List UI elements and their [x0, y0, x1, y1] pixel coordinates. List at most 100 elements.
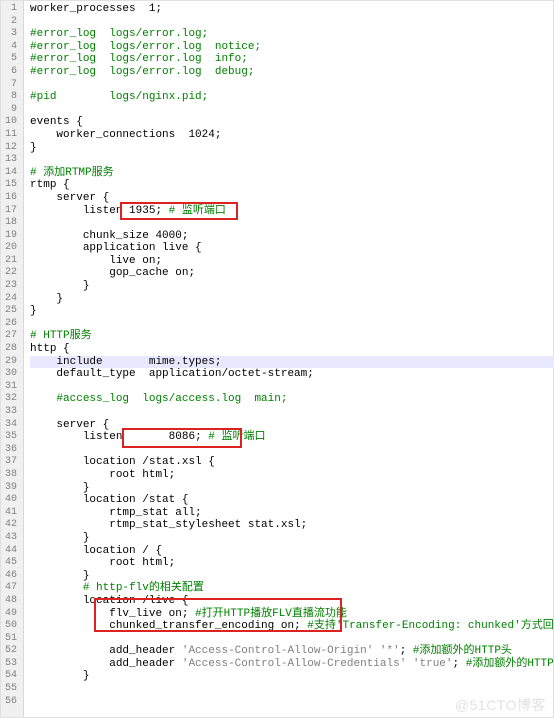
code-line[interactable]: #error_log logs/error.log notice;	[30, 41, 554, 54]
code-line[interactable]: location /stat {	[30, 494, 554, 507]
token-kw: }	[83, 482, 90, 494]
code-line[interactable]: #error_log logs/error.log debug;	[30, 66, 554, 79]
token-kw: rtmp_stat_stylesheet stat.xsl;	[109, 519, 307, 531]
code-line[interactable]	[30, 104, 554, 117]
token-kw: server {	[56, 419, 109, 431]
token-kw: live on;	[109, 255, 162, 267]
code-line[interactable]: default_type application/octet-stream;	[30, 368, 554, 381]
line-number-gutter: 1234567891011121314151617181920212223242…	[1, 1, 24, 717]
code-line[interactable]: #access_log logs/access.log main;	[30, 393, 554, 406]
token-kw: application live {	[83, 242, 202, 254]
line-number: 20	[5, 242, 17, 255]
token-kw: rtmp {	[30, 179, 70, 191]
token-kw: location /live {	[83, 595, 189, 607]
code-line[interactable]	[30, 154, 554, 167]
token-kw: worker_processes	[30, 3, 149, 15]
code-line[interactable]: #error_log logs/error.log;	[30, 28, 554, 41]
code-line[interactable]: }	[30, 142, 554, 155]
token-kw: gop_cache on;	[109, 267, 195, 279]
code-line[interactable]: add_header 'Access-Control-Allow-Credent…	[30, 658, 554, 671]
code-line[interactable]: location /stat.xsl {	[30, 456, 554, 469]
code-line[interactable]: # http-flv的相关配置	[30, 582, 554, 595]
code-line[interactable]	[30, 633, 554, 646]
token-kw: http {	[30, 343, 70, 355]
line-number: 50	[5, 620, 17, 633]
code-line[interactable]: rtmp_stat_stylesheet stat.xsl;	[30, 519, 554, 532]
code-line[interactable]	[30, 444, 554, 457]
code-line[interactable]	[30, 381, 554, 394]
code-line[interactable]: application live {	[30, 242, 554, 255]
code-line[interactable]: flv_live on; #打开HTTP播放FLV直播流功能	[30, 608, 554, 621]
code-line[interactable]: rtmp_stat all;	[30, 507, 554, 520]
code-line[interactable]: }	[30, 293, 554, 306]
line-number: 2	[5, 16, 17, 29]
token-cmt: # 添加RTMP服务	[30, 167, 114, 179]
token-cmt: #添加额外的HTTP头	[413, 645, 512, 657]
line-number: 40	[5, 494, 17, 507]
token-str: 'Access-Control-Allow-Credentials'	[182, 658, 406, 670]
code-line[interactable]: include mime.types;	[30, 356, 554, 369]
code-line[interactable]: }	[30, 280, 554, 293]
line-number: 56	[5, 696, 17, 709]
code-line[interactable]: listen 1935; # 监听端口	[30, 205, 554, 218]
token-kw: include mime.types;	[56, 356, 221, 368]
code-line[interactable]: # HTTP服务	[30, 330, 554, 343]
line-number: 51	[5, 633, 17, 646]
line-number: 6	[5, 66, 17, 79]
token-cmt: # HTTP服务	[30, 330, 92, 342]
code-line[interactable]	[30, 683, 554, 696]
code-line[interactable]: root html;	[30, 557, 554, 570]
token-kw: add_header	[109, 658, 182, 670]
code-line[interactable]: }	[30, 532, 554, 545]
code-line[interactable]: http {	[30, 343, 554, 356]
code-line[interactable]: add_header 'Access-Control-Allow-Origin'…	[30, 645, 554, 658]
line-number: 37	[5, 456, 17, 469]
code-line[interactable]: listen 8086; # 监听端口	[30, 431, 554, 444]
code-line[interactable]: location /live {	[30, 595, 554, 608]
token-str: 'true'	[413, 658, 453, 670]
code-line[interactable]	[30, 406, 554, 419]
code-line[interactable]: live on;	[30, 255, 554, 268]
code-line[interactable]: # 添加RTMP服务	[30, 167, 554, 180]
code-line[interactable]: server {	[30, 192, 554, 205]
code-line[interactable]: worker_processes 1;	[30, 3, 554, 16]
line-number: 46	[5, 570, 17, 583]
code-line[interactable]: }	[30, 670, 554, 683]
code-line[interactable]: location / {	[30, 545, 554, 558]
watermark: @51CTO博客	[455, 699, 546, 712]
line-number: 34	[5, 419, 17, 432]
line-number: 22	[5, 267, 17, 280]
line-number: 38	[5, 469, 17, 482]
code-line[interactable]: }	[30, 305, 554, 318]
token-cmt: #access_log logs/access.log main;	[56, 393, 287, 405]
line-number: 43	[5, 532, 17, 545]
code-line[interactable]: }	[30, 570, 554, 583]
code-line[interactable]	[30, 318, 554, 331]
code-area[interactable]: worker_processes 1; #error_log logs/erro…	[24, 1, 554, 717]
code-line[interactable]	[30, 217, 554, 230]
token-kw: }	[83, 570, 90, 582]
code-line[interactable]: chunk_size 4000;	[30, 230, 554, 243]
token-str: '*'	[380, 645, 400, 657]
code-line[interactable]: root html;	[30, 469, 554, 482]
code-line[interactable]: chunked_transfer_encoding on; #支持'Transf…	[30, 620, 554, 633]
token-kw: worker_connections	[56, 129, 188, 141]
code-line[interactable]: rtmp {	[30, 179, 554, 192]
line-number: 35	[5, 431, 17, 444]
line-number: 15	[5, 179, 17, 192]
code-line[interactable]	[30, 16, 554, 29]
code-line[interactable]: #error_log logs/error.log info;	[30, 53, 554, 66]
line-number: 45	[5, 557, 17, 570]
code-line[interactable]: worker_connections 1024;	[30, 129, 554, 142]
token-kw: }	[30, 142, 37, 154]
token-cmt: # http-flv的相关配置	[83, 582, 204, 594]
code-line[interactable]: }	[30, 482, 554, 495]
code-line[interactable]: gop_cache on;	[30, 267, 554, 280]
code-line[interactable]	[30, 79, 554, 92]
token-kw: }	[83, 280, 90, 292]
token-cmt: # 监听端口	[208, 431, 265, 443]
code-line[interactable]: events {	[30, 116, 554, 129]
code-line[interactable]: #pid logs/nginx.pid;	[30, 91, 554, 104]
token-kw: listen	[83, 431, 169, 443]
code-line[interactable]: server {	[30, 419, 554, 432]
